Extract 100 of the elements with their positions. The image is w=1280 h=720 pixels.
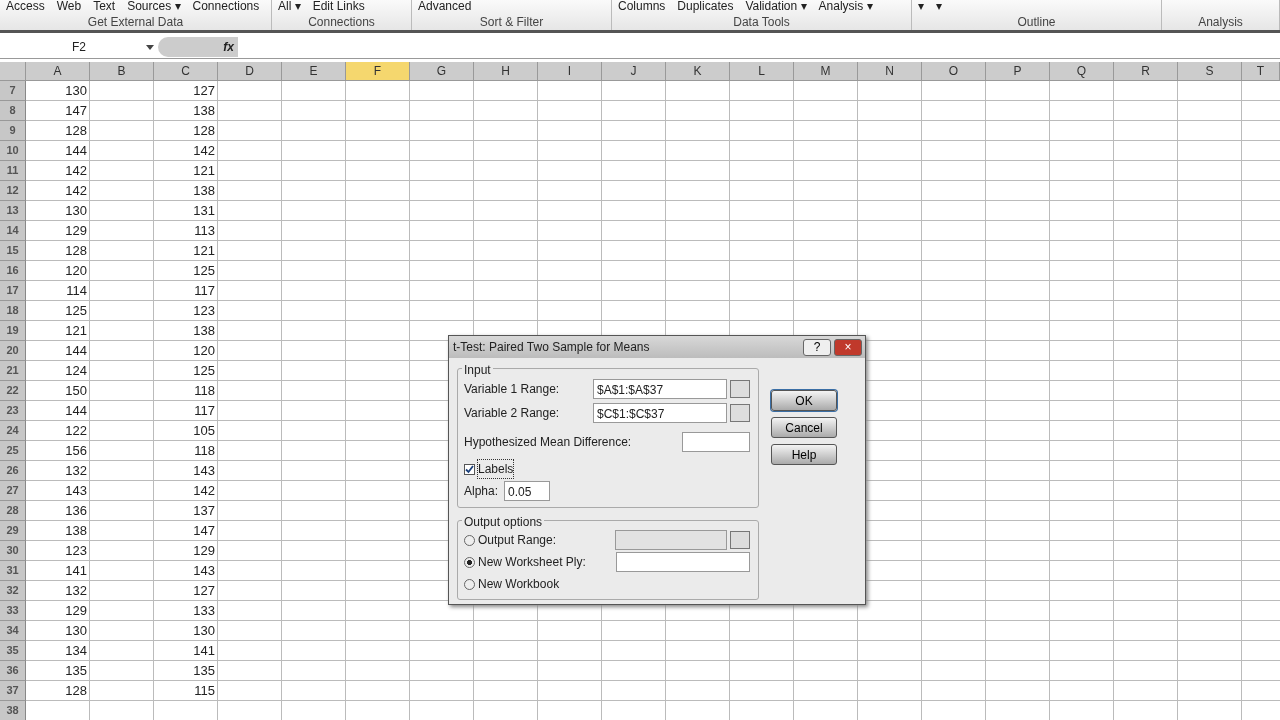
dialog-button[interactable]: OK bbox=[771, 390, 837, 411]
range-picker-button[interactable] bbox=[730, 380, 750, 398]
radio-button[interactable] bbox=[464, 578, 475, 590]
table-cell-text: 144 bbox=[64, 142, 88, 160]
input-field[interactable] bbox=[682, 432, 750, 452]
row-header[interactable]: 7 bbox=[0, 81, 26, 101]
ribbon-button[interactable]: Advanced bbox=[418, 0, 472, 12]
range-picker-button[interactable] bbox=[730, 531, 750, 549]
row-header[interactable]: 11 bbox=[0, 161, 26, 181]
row-header[interactable]: 25 bbox=[0, 441, 26, 461]
column-header[interactable]: J bbox=[602, 62, 666, 81]
row-header[interactable]: 23 bbox=[0, 401, 26, 421]
row-header[interactable]: 13 bbox=[0, 201, 26, 221]
radio-button[interactable] bbox=[464, 534, 475, 546]
ribbon-button[interactable]: Edit Links bbox=[312, 0, 365, 12]
row-header[interactable]: 24 bbox=[0, 421, 26, 441]
row-header[interactable]: 20 bbox=[0, 341, 26, 361]
ribbon-button[interactable]: ▾ bbox=[936, 0, 942, 12]
ribbon-button[interactable]: Access bbox=[6, 0, 45, 12]
column-header[interactable]: G bbox=[410, 62, 474, 81]
row-header[interactable]: 34 bbox=[0, 621, 26, 641]
row-header[interactable]: 15 bbox=[0, 241, 26, 261]
input-field[interactable] bbox=[616, 552, 750, 572]
row-header[interactable]: 21 bbox=[0, 361, 26, 381]
row-header[interactable]: 27 bbox=[0, 481, 26, 501]
ribbon-button[interactable]: Analysis ▾ bbox=[818, 0, 873, 12]
ribbon-button[interactable]: All ▾ bbox=[278, 0, 301, 12]
column-header[interactable]: B bbox=[90, 62, 154, 81]
ribbon-button[interactable]: Sources ▾ bbox=[127, 0, 181, 12]
column-header[interactable]: P bbox=[986, 62, 1050, 81]
ribbon-button[interactable]: Columns bbox=[618, 0, 666, 12]
row-header[interactable]: 35 bbox=[0, 641, 26, 661]
column-header[interactable]: T bbox=[1242, 62, 1280, 81]
table-cell-text: 144 bbox=[64, 402, 88, 420]
row-header[interactable]: 14 bbox=[0, 221, 26, 241]
select-all-button[interactable] bbox=[0, 62, 26, 81]
table-cell-text: 138 bbox=[192, 182, 216, 200]
table-cell-text: 123 bbox=[192, 302, 216, 320]
row-header[interactable]: 26 bbox=[0, 461, 26, 481]
dialog-button[interactable]: Help bbox=[771, 444, 837, 465]
row-header[interactable]: 18 bbox=[0, 301, 26, 321]
column-header[interactable]: Q bbox=[1050, 62, 1114, 81]
help-button[interactable]: ? bbox=[803, 338, 831, 356]
dialog-button[interactable]: Cancel bbox=[771, 417, 837, 438]
row-header[interactable]: 30 bbox=[0, 541, 26, 561]
name-box[interactable]: F2 bbox=[0, 36, 158, 57]
row-header[interactable]: 19 bbox=[0, 321, 26, 341]
row-header[interactable]: 37 bbox=[0, 681, 26, 701]
radio-button[interactable] bbox=[464, 556, 475, 568]
column-header[interactable]: S bbox=[1178, 62, 1242, 81]
ribbon-button[interactable]: Text bbox=[93, 0, 116, 12]
table-cell-text: 127 bbox=[192, 582, 216, 600]
row-header[interactable]: 33 bbox=[0, 601, 26, 621]
ribbon-button[interactable]: Web bbox=[56, 0, 82, 12]
input-field[interactable]: $A$1:$A$37 bbox=[593, 379, 727, 399]
radio-label[interactable]: New Worksheet Ply: bbox=[478, 553, 586, 571]
column-header[interactable]: N bbox=[858, 62, 922, 81]
insert-function-button[interactable]: fx bbox=[158, 36, 238, 57]
close-button[interactable]: × bbox=[834, 338, 862, 356]
checkbox-label[interactable]: Labels bbox=[478, 460, 514, 478]
checkbox[interactable] bbox=[464, 463, 475, 475]
column-header[interactable]: K bbox=[666, 62, 730, 81]
row-header[interactable]: 8 bbox=[0, 101, 26, 121]
column-header[interactable]: H bbox=[474, 62, 538, 81]
radio-label[interactable]: Output Range: bbox=[478, 531, 557, 549]
input-field[interactable]: 0.05 bbox=[504, 481, 551, 501]
input-field[interactable] bbox=[615, 530, 727, 550]
column-header[interactable]: R bbox=[1114, 62, 1178, 81]
column-header[interactable]: F bbox=[346, 62, 410, 81]
column-header[interactable]: I bbox=[538, 62, 602, 81]
column-header[interactable]: D bbox=[218, 62, 282, 81]
column-header[interactable]: L bbox=[730, 62, 794, 81]
column-header[interactable]: E bbox=[282, 62, 346, 81]
row-header[interactable]: 29 bbox=[0, 521, 26, 541]
row-header[interactable]: 9 bbox=[0, 121, 26, 141]
row-header[interactable]: 22 bbox=[0, 381, 26, 401]
column-header[interactable]: C bbox=[154, 62, 218, 81]
row-header[interactable]: 32 bbox=[0, 581, 26, 601]
dropdown-icon[interactable] bbox=[146, 44, 154, 50]
column-header[interactable]: O bbox=[922, 62, 986, 81]
field-label: Hypothesized Mean Difference: bbox=[464, 434, 632, 451]
ribbon-button[interactable]: ▾ bbox=[918, 0, 924, 12]
radio-label[interactable]: New Workbook bbox=[478, 575, 560, 593]
ribbon-button[interactable]: Connections bbox=[192, 0, 260, 12]
row-header[interactable]: 10 bbox=[0, 141, 26, 161]
table-cell-text: 128 bbox=[192, 122, 216, 140]
column-header[interactable]: M bbox=[794, 62, 858, 81]
row-header[interactable]: 38 bbox=[0, 701, 26, 720]
ribbon-button[interactable]: Duplicates bbox=[677, 0, 734, 12]
range-picker-button[interactable] bbox=[730, 404, 750, 422]
row-header[interactable]: 31 bbox=[0, 561, 26, 581]
table-cell-text: 144 bbox=[64, 342, 88, 360]
row-header[interactable]: 17 bbox=[0, 281, 26, 301]
row-header[interactable]: 28 bbox=[0, 501, 26, 521]
input-field[interactable]: $C$1:$C$37 bbox=[593, 403, 727, 423]
column-header[interactable]: A bbox=[26, 62, 90, 81]
row-header[interactable]: 36 bbox=[0, 661, 26, 681]
ribbon-button[interactable]: Validation ▾ bbox=[745, 0, 807, 12]
row-header[interactable]: 12 bbox=[0, 181, 26, 201]
row-header[interactable]: 16 bbox=[0, 261, 26, 281]
